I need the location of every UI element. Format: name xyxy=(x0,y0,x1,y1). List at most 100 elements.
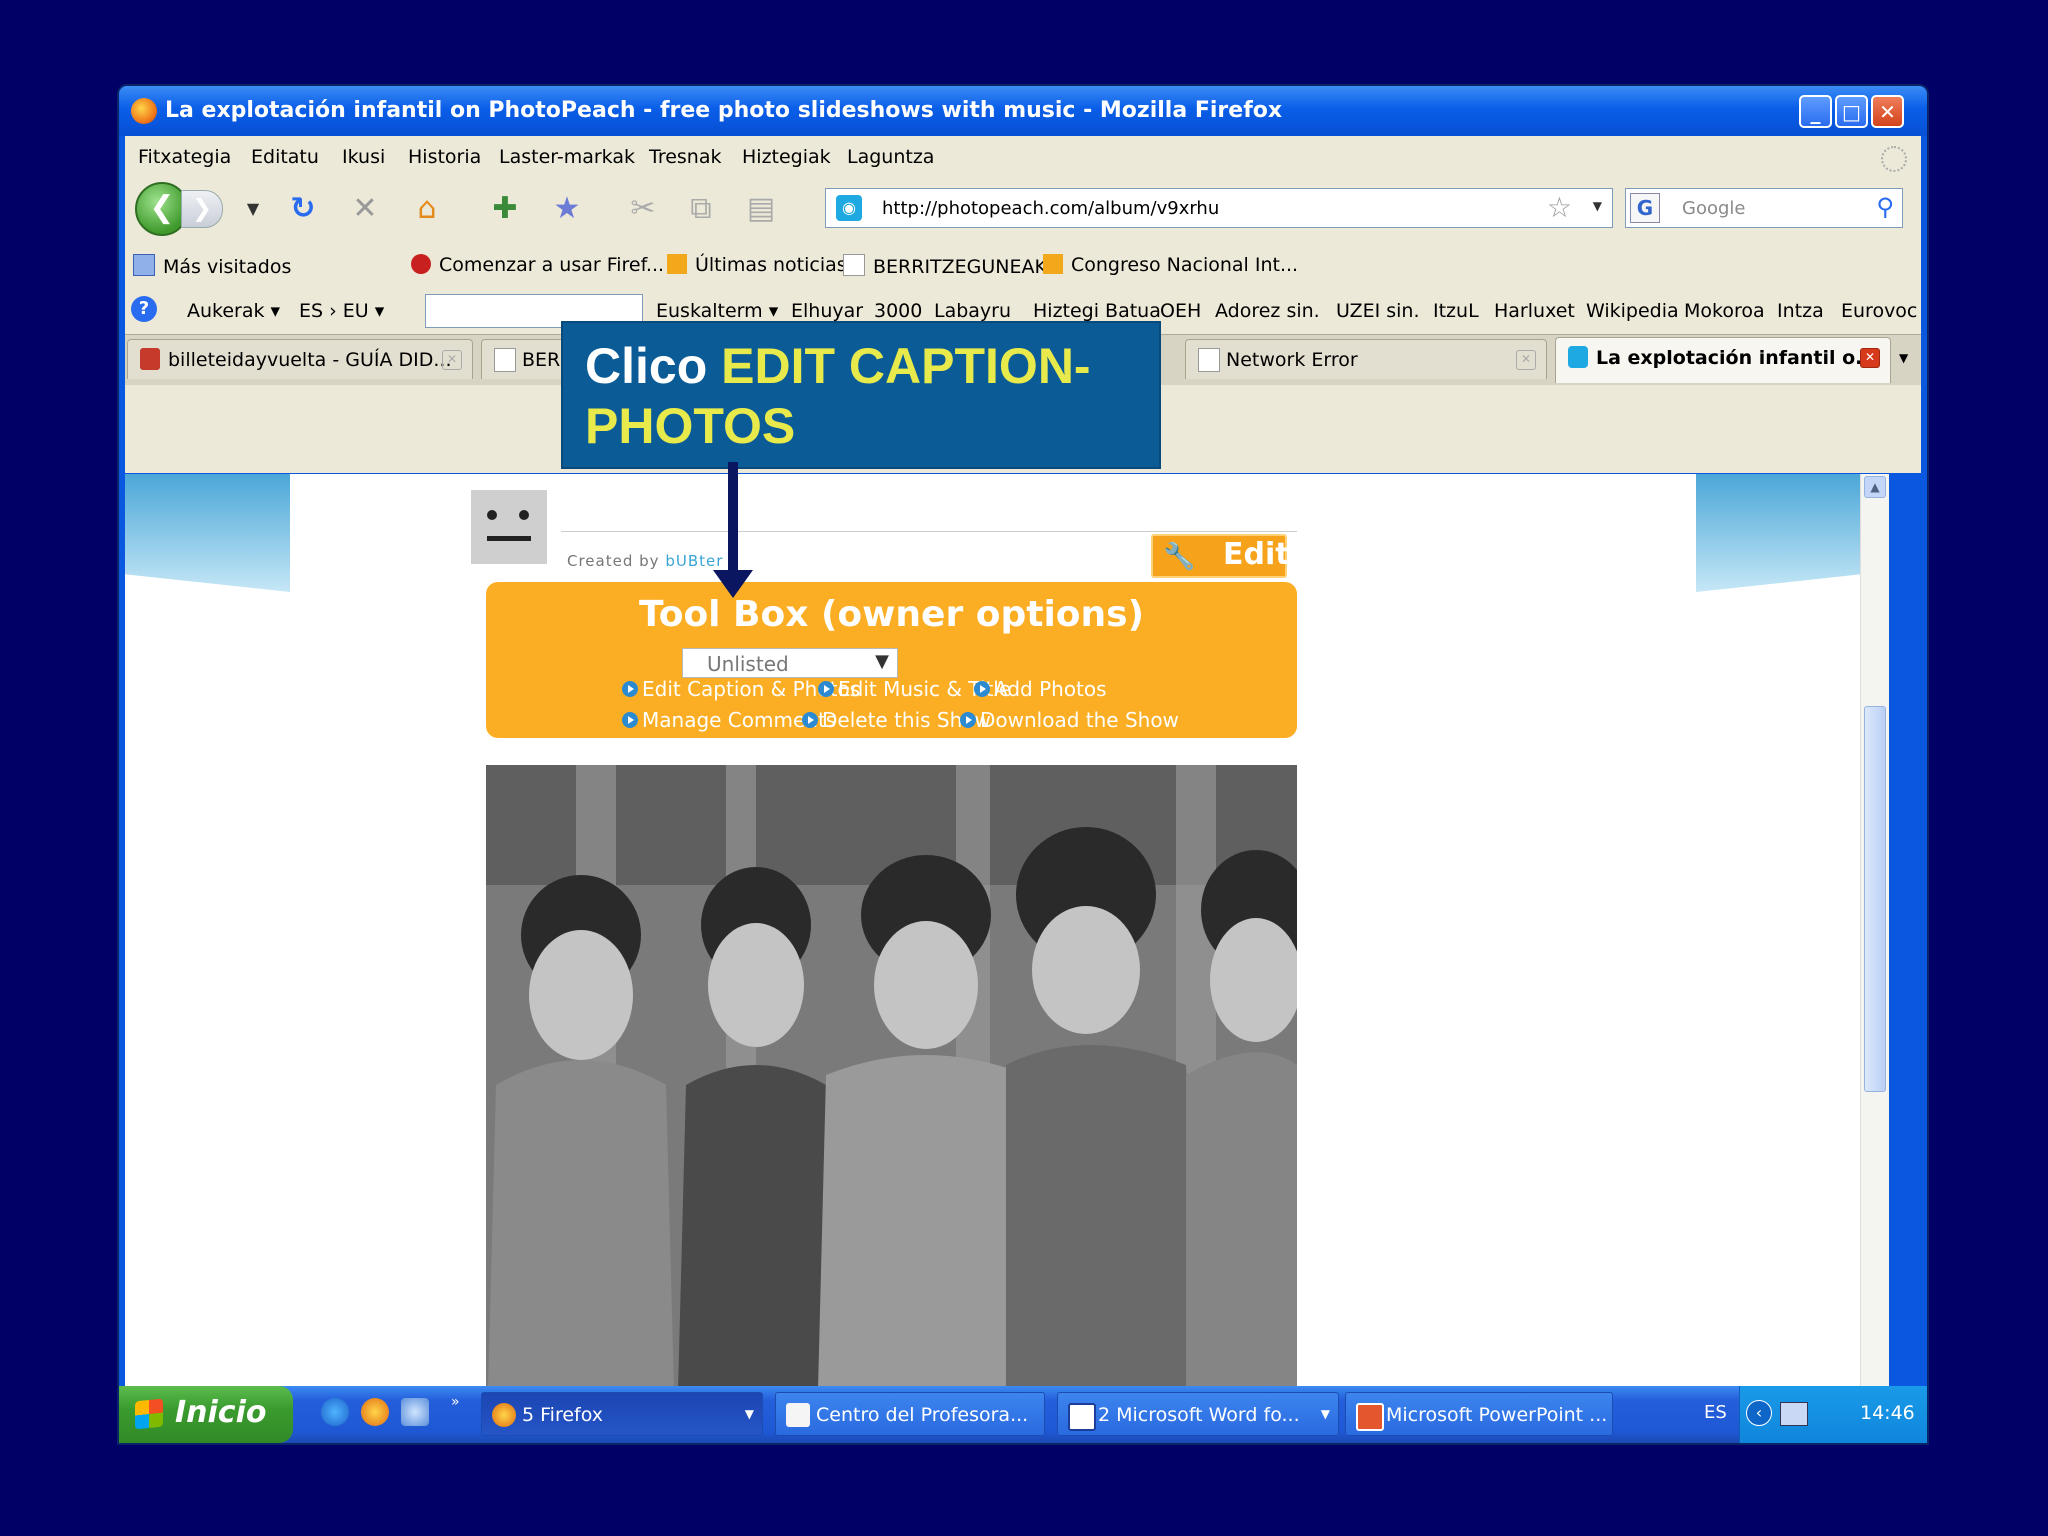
stop-icon[interactable]: ✕ xyxy=(345,190,385,228)
url-text: http://photopeach.com/album/v9xrhu xyxy=(882,198,1220,219)
task-centro-profesorado[interactable]: Centro del Profesora... xyxy=(775,1392,1045,1436)
menu-fitxategia[interactable]: Fitxategia xyxy=(138,146,231,168)
minimize-button[interactable]: _ xyxy=(1799,95,1832,128)
download-show-link[interactable]: Download the Show xyxy=(960,708,1179,732)
visibility-select[interactable]: Unlisted ▼ xyxy=(682,648,898,678)
link-itzul[interactable]: ItzuL xyxy=(1433,300,1479,322)
title-bar: La explotación infantil on PhotoPeach - … xyxy=(119,86,1927,136)
forward-button[interactable]: ❯ xyxy=(181,190,223,228)
tab-network-error[interactable]: Network Error ✕ xyxy=(1185,339,1547,379)
link-wikipedia[interactable]: Wikipedia xyxy=(1586,300,1679,322)
menu-laguntza[interactable]: Laguntza xyxy=(847,146,934,168)
menu-laster-markak[interactable]: Laster-markak xyxy=(499,146,635,168)
play-bullet-icon xyxy=(974,681,990,697)
menu-hiztegiak[interactable]: Hiztegiak xyxy=(742,146,831,168)
wrench-icon: 🔧 xyxy=(1163,542,1196,572)
internet-explorer-icon[interactable] xyxy=(321,1398,349,1426)
language-indicator[interactable]: ES xyxy=(1704,1402,1727,1423)
bookmark-congreso[interactable]: Congreso Nacional Int... xyxy=(1043,254,1298,276)
url-bar[interactable]: ◉ http://photopeach.com/album/v9xrhu ☆ ▼ xyxy=(825,188,1613,228)
search-icon[interactable]: ⚲ xyxy=(1876,193,1894,221)
bookmark-comenzar[interactable]: Comenzar a usar Firef... xyxy=(411,254,664,276)
windows-taskbar: Inicio » 5 Firefox ▼ Centro del Profesor… xyxy=(119,1386,1927,1443)
network-icon[interactable] xyxy=(1780,1402,1808,1426)
link-adorez[interactable]: Adorez sin. xyxy=(1215,300,1320,322)
task-firefox[interactable]: 5 Firefox ▼ xyxy=(481,1392,763,1436)
tab-close-icon[interactable]: ✕ xyxy=(1516,350,1536,370)
creator-link[interactable]: bUBter xyxy=(665,552,723,570)
task-microsoft-powerpoint[interactable]: Microsoft PowerPoint ... xyxy=(1345,1392,1613,1436)
slideshow-photo[interactable] xyxy=(486,765,1297,1443)
link-hiztegi-batua[interactable]: Hiztegi Batua xyxy=(1033,300,1161,322)
link-labayru[interactable]: Labayru xyxy=(934,300,1011,322)
tab-list-dropdown-icon[interactable]: ▼ xyxy=(1899,351,1908,365)
scrollbar-thumb[interactable] xyxy=(1864,706,1886,1092)
maximize-button[interactable]: □ xyxy=(1835,95,1868,128)
rss-icon xyxy=(1043,254,1063,274)
firefox-icon xyxy=(131,98,157,124)
edit-button[interactable]: 🔧 Edit xyxy=(1151,534,1290,578)
new-tab-icon[interactable]: ✚ xyxy=(485,190,525,228)
link-elhuyar[interactable]: Elhuyar xyxy=(791,300,863,322)
page-icon xyxy=(843,254,865,276)
aukerak-menu[interactable]: Aukerak ▾ xyxy=(187,300,280,322)
bookmark-mas-visitados[interactable]: Más visitados xyxy=(133,254,291,278)
tab-close-icon[interactable]: ✕ xyxy=(442,350,462,370)
link-oeh[interactable]: OEH xyxy=(1160,300,1201,322)
reload-icon[interactable]: ↻ xyxy=(283,190,323,228)
bookmark-star-icon[interactable]: ☆ xyxy=(1547,191,1572,224)
tab-close-icon[interactable]: ✕ xyxy=(1860,348,1880,368)
menu-editatu[interactable]: Editatu xyxy=(251,146,319,168)
cut-icon[interactable]: ✂ xyxy=(623,190,663,228)
bookmarks-toolbar: Más visitados Comenzar a usar Firef... Ú… xyxy=(125,242,1921,288)
tab-la-explotacion[interactable]: La explotación infantil o... ✕ xyxy=(1555,337,1891,383)
link-euskalterm[interactable]: Euskalterm ▾ xyxy=(656,300,778,322)
notepad-icon xyxy=(786,1403,810,1427)
link-harluxet[interactable]: Harluxet xyxy=(1494,300,1575,322)
copy-icon[interactable]: ⧉ xyxy=(681,190,721,228)
quicklaunch-overflow-icon[interactable]: » xyxy=(451,1394,460,1410)
vertical-scrollbar[interactable]: ▲ ▼ xyxy=(1860,474,1889,1443)
search-box[interactable]: G Google ⚲ xyxy=(1625,188,1903,228)
url-dropdown-icon[interactable]: ▼ xyxy=(1593,199,1602,213)
scroll-up-icon[interactable]: ▲ xyxy=(1864,476,1886,498)
bookmark-berritzeguneak[interactable]: BERRITZEGUNEAK xyxy=(843,254,1047,278)
paste-icon[interactable]: ▤ xyxy=(741,190,781,228)
toolbox-title: Tool Box (owner options) xyxy=(638,594,1145,635)
firefox-bookmark-icon xyxy=(411,254,431,274)
play-bullet-icon xyxy=(960,712,976,728)
start-button[interactable]: Inicio xyxy=(119,1386,293,1443)
navigation-toolbar: ❮ ❯ ▼ ↻ ✕ ⌂ ✚ ★ ✂ ⧉ ▤ ◉ http://photopeac… xyxy=(125,176,1921,242)
avatar[interactable] xyxy=(471,490,547,564)
chevron-down-icon: ▼ xyxy=(1320,1407,1330,1421)
menu-historia[interactable]: Historia xyxy=(408,146,481,168)
show-desktop-icon[interactable] xyxy=(401,1398,429,1426)
link-intza[interactable]: Intza xyxy=(1777,300,1824,322)
girls-photo-illustration xyxy=(486,765,1297,1443)
bookmark-page-icon[interactable]: ★ xyxy=(547,190,587,228)
link-mokoroa[interactable]: Mokoroa xyxy=(1684,300,1765,322)
firefox-icon xyxy=(492,1403,516,1427)
plant-favicon-icon xyxy=(140,348,160,370)
link-uzei[interactable]: UZEI sin. xyxy=(1336,300,1420,322)
menu-ikusi[interactable]: Ikusi xyxy=(342,146,385,168)
home-icon[interactable]: ⌂ xyxy=(407,190,447,228)
tray-expand-icon[interactable]: ‹ xyxy=(1746,1400,1772,1426)
firefox-icon[interactable] xyxy=(361,1398,389,1426)
loading-throbber-icon xyxy=(1881,146,1907,172)
search-engine-icon[interactable]: G xyxy=(1630,193,1660,223)
link-3000[interactable]: 3000 xyxy=(874,300,922,322)
close-button[interactable]: ✕ xyxy=(1871,95,1904,128)
tab-billeteidayvuelta[interactable]: billeteidayvuelta - GUÍA DID... ✕ xyxy=(127,339,473,379)
play-bullet-icon xyxy=(622,712,638,728)
bookmark-ultimas-noticias[interactable]: Últimas noticias xyxy=(667,254,847,276)
task-microsoft-word[interactable]: 2 Microsoft Word fo... ▼ xyxy=(1057,1392,1339,1436)
link-eurovoc[interactable]: Eurovoc xyxy=(1841,300,1917,322)
add-photos-link[interactable]: Add Photos xyxy=(974,677,1107,701)
menu-tresnak[interactable]: Tresnak xyxy=(649,146,721,168)
toolbox-panel: Tool Box (owner options) Unlisted ▼ Edit… xyxy=(486,582,1297,738)
history-dropdown-icon[interactable]: ▼ xyxy=(233,190,273,228)
help-icon[interactable]: ? xyxy=(131,296,157,322)
play-bullet-icon xyxy=(622,681,638,697)
language-selector[interactable]: ES › EU ▾ xyxy=(299,300,384,322)
